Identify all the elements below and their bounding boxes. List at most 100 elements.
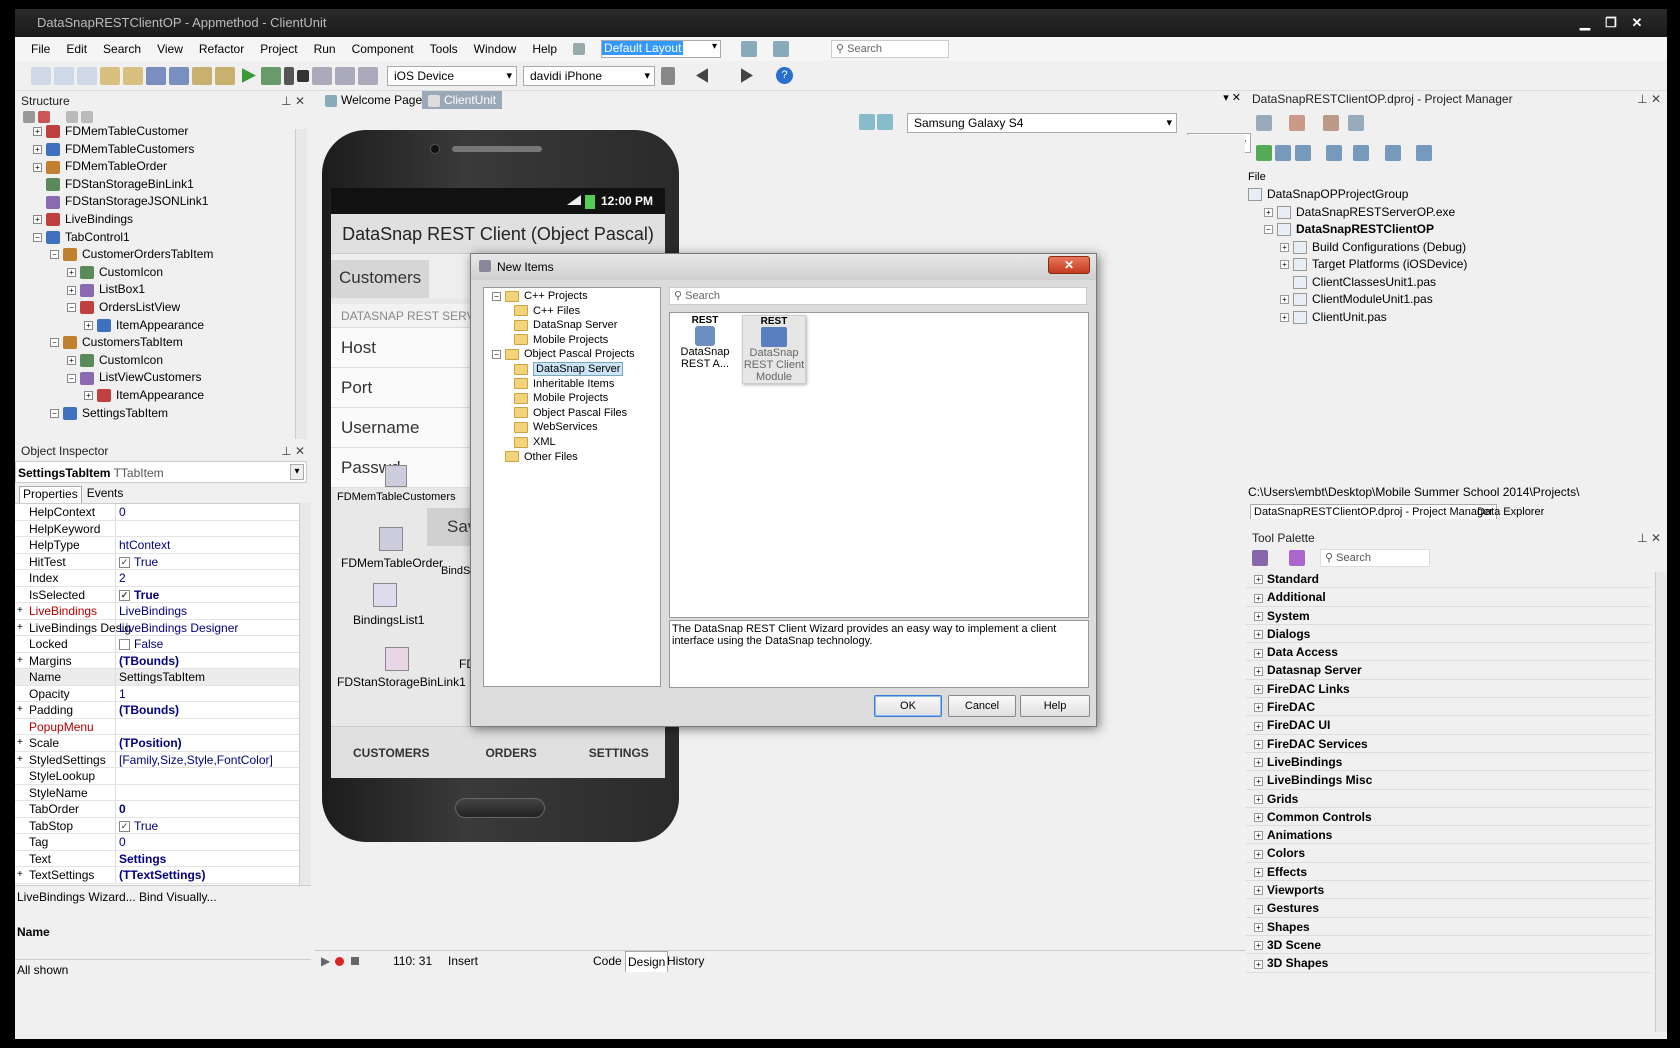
expand-toggle-icon[interactable]: + [33,215,42,225]
property-value[interactable]: 0 [119,504,126,521]
property-value[interactable]: htContext [119,537,170,554]
device-manager-icon[interactable] [661,66,675,85]
object-selector[interactable]: SettingsTabItem TTabItem ▾ [15,461,307,483]
expand-toggle-icon[interactable]: − [492,291,501,301]
checkbox-icon[interactable]: ✓ [119,820,130,832]
save-desktop-icon[interactable] [741,41,758,57]
expand-toggle-icon[interactable]: + [1254,648,1263,658]
category-node[interactable]: XML [484,435,660,450]
platform-combo[interactable]: iOS Device [387,65,517,86]
expand-toggle-icon[interactable]: + [1254,703,1263,713]
property-value[interactable]: 2 [119,570,126,587]
expand-toggle-icon[interactable]: + [1280,260,1289,270]
pin-close-icon[interactable]: ⊥ ✕ [281,91,305,111]
sync-icon[interactable] [1353,145,1370,161]
run-icon[interactable] [242,68,256,83]
expand-toggle-icon[interactable]: − [50,338,59,348]
palette-category[interactable]: + FireDAC Links [1246,680,1651,699]
property-value[interactable]: 0 [119,801,126,818]
structure-node[interactable]: + ListBox1 [15,281,311,299]
property-row[interactable]: + LiveBindings Desig LiveBindings Designer [15,619,301,636]
menu-tools[interactable]: Tools [430,42,458,56]
expand-toggle-icon[interactable]: + [1254,611,1263,621]
structure-node[interactable]: − CustomerOrdersTabItem [15,246,311,264]
structure-node[interactable]: + ItemAppearance [15,387,311,405]
expand-toggle-icon[interactable]: + [1254,721,1263,731]
palette-category[interactable]: + Colors [1246,844,1651,863]
stop-macro-icon[interactable] [351,957,359,965]
category-node[interactable]: DataSnap Server [484,361,660,377]
back-icon[interactable] [696,68,708,83]
stop-icon[interactable] [297,69,309,82]
dialog-close-button[interactable]: ✕ [1048,256,1090,274]
palette-category[interactable]: + FireDAC UI [1246,716,1651,735]
run-without-debug-icon[interactable] [261,66,281,85]
expand-toggle-icon[interactable]: + [84,391,93,401]
record-macro-icon[interactable] [335,957,344,966]
set-debug-desktop-icon[interactable] [773,41,790,57]
inspector-scrollbar[interactable] [299,503,311,885]
item-datasnap-rest-app[interactable]: REST DataSnap REST A... [674,315,736,370]
menu-help[interactable]: Help [532,42,557,56]
property-row[interactable]: + Scale (TPosition) [15,735,301,752]
property-row[interactable]: StyleLookup [15,768,301,785]
structure-node[interactable]: +CustomIcon [15,422,311,423]
project-node[interactable]: ClientClassesUnit1.pas [1246,274,1667,292]
project-node[interactable]: + ClientModuleUnit1.pas [1246,291,1667,309]
expand-toggle-icon[interactable]: + [1280,295,1289,305]
expand-toggle-icon[interactable]: + [17,603,23,620]
menu-search[interactable]: Search [103,42,141,56]
project-node[interactable]: − DataSnapRESTClientOP [1246,221,1667,239]
checkbox-icon[interactable]: ✓ [119,589,130,601]
expand-toggle-icon[interactable]: + [1254,886,1263,896]
menu-edit[interactable]: Edit [66,42,87,56]
expand-toggle-icon[interactable]: + [1280,312,1289,322]
palette-category[interactable]: + Additional [1246,588,1651,607]
expand-toggle-icon[interactable]: + [1254,776,1263,786]
save-all-icon[interactable] [169,66,189,85]
palette-category[interactable]: + Standard [1246,570,1651,589]
palette-category[interactable]: + Grids [1246,790,1651,808]
expand-toggle-icon[interactable]: − [1264,225,1273,235]
expand-toggle-icon[interactable]: + [1254,904,1263,914]
property-row[interactable]: + StyledSettings [Family,Size,Style,FontCo… [15,751,301,768]
expand-toggle-icon[interactable]: + [1254,575,1263,585]
sort-icon[interactable] [1326,145,1343,161]
property-row[interactable]: Opacity 1 [15,685,301,702]
dialog-search-input[interactable]: ⚲ Search [669,287,1087,305]
menu-view[interactable]: View [157,42,183,56]
forward-icon[interactable] [741,68,753,83]
property-value[interactable]: ✓ True [119,587,159,604]
property-value[interactable]: LiveBindings [119,603,187,620]
tab-properties[interactable]: Properties [19,486,82,503]
new-icon[interactable] [31,66,51,85]
property-value[interactable]: ✓ True [119,554,158,571]
menu-file[interactable]: File [31,42,50,56]
expand-toggle-icon[interactable]: + [17,702,23,719]
menu-component[interactable]: Component [352,42,414,56]
run-to-cursor-icon[interactable] [358,66,378,85]
expand-toggle-icon[interactable]: + [1254,593,1263,603]
tp-scrollbar[interactable] [1655,572,1667,1032]
category-node[interactable]: C++ Files [484,304,660,319]
open-icon[interactable] [77,66,97,85]
deploy-icon[interactable] [1416,145,1433,161]
maximize-button[interactable]: ❐ [1599,9,1623,37]
tp-filter-icon[interactable] [1289,550,1306,566]
expand-toggle-icon[interactable]: + [1254,849,1263,859]
tab-code[interactable]: Code [593,951,622,971]
structure-node[interactable]: − OrdersListView [15,299,311,317]
property-row[interactable]: TabStop ✓ True [15,817,301,834]
property-row[interactable]: HelpContext 0 [15,504,301,521]
expand-toggle-icon[interactable]: + [1254,630,1263,640]
property-row[interactable]: Index 2 [15,570,301,587]
property-row[interactable]: HelpKeyword [15,520,301,537]
expand-toggle-icon[interactable]: + [1254,922,1263,932]
expand-toggle-icon[interactable]: − [67,373,76,383]
property-row[interactable]: HelpType htContext [15,537,301,554]
property-value[interactable]: 0 [119,834,126,851]
tab-data-explorer[interactable]: Data Explorer [1474,505,1547,519]
expand-toggle-icon[interactable]: + [1254,685,1263,695]
expand-toggle-icon[interactable]: − [67,303,76,313]
expand-toggle-icon[interactable]: + [1254,941,1263,951]
